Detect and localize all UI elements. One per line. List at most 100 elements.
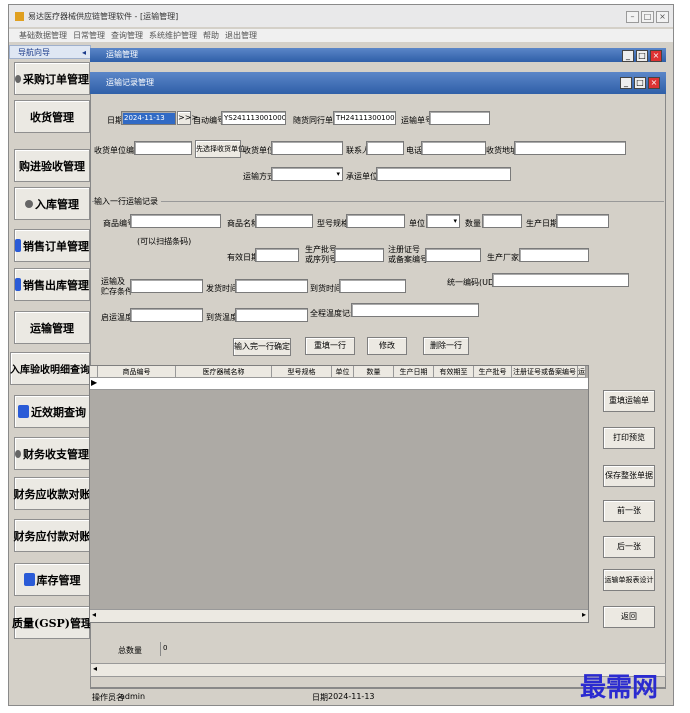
menu-item-help[interactable]: 帮助	[203, 30, 219, 41]
nav-label: 近效期查询	[31, 405, 86, 419]
nav-icon	[23, 573, 35, 586]
expiry-date-field[interactable]	[255, 248, 299, 262]
close-button[interactable]: ×	[656, 11, 669, 23]
grid-col-header[interactable]: 单位	[332, 366, 354, 378]
product-name-field[interactable]	[255, 214, 313, 228]
grid-new-row[interactable]: ▶	[90, 378, 588, 390]
outer-max-button[interactable]: □	[636, 50, 648, 62]
quantity-field[interactable]	[482, 214, 522, 228]
nav-label: 运输管理	[30, 321, 74, 335]
grid-col-header[interactable]: 医疗器械名称	[176, 366, 272, 378]
refill-row-button[interactable]: 重填一行	[305, 337, 355, 355]
nav-label: 财务收支管理	[23, 447, 89, 461]
udi-field[interactable]	[492, 273, 629, 287]
scroll-left-icon[interactable]: ◂	[93, 664, 97, 673]
outer-tab-label: 运输管理	[106, 50, 138, 59]
receiver-unit-field[interactable]	[271, 141, 343, 155]
receiver-code-field[interactable]	[134, 141, 192, 155]
delete-row-button[interactable]: 删除一行	[423, 337, 469, 355]
refill-waybill-button[interactable]: 重填运输单	[603, 390, 655, 412]
nav-stock-in[interactable]: 入库管理	[14, 187, 90, 220]
nav-sales-order[interactable]: 销售订单管理	[14, 229, 90, 262]
nav-sales-out[interactable]: 销售出库管理	[14, 268, 90, 301]
start-temp-field[interactable]	[130, 308, 203, 322]
registration-field[interactable]	[425, 248, 481, 262]
nav-payable[interactable]: 财务应付款对账	[14, 519, 91, 552]
scroll-left-icon[interactable]: ◂	[92, 610, 96, 619]
grid-horizontal-scrollbar[interactable]: ◂ ▸	[90, 609, 588, 622]
product-code-field[interactable]	[130, 214, 221, 228]
batch-field[interactable]	[334, 248, 384, 262]
carrier-field[interactable]	[376, 167, 511, 181]
contact-field[interactable]	[366, 141, 404, 155]
outer-close-button[interactable]: ×	[650, 50, 662, 62]
grid-col-header[interactable]: 生产日期	[394, 366, 434, 378]
unit-select[interactable]: ▾	[426, 214, 460, 228]
grid-col-header[interactable]: 型号规格	[272, 366, 332, 378]
select-receiver-button[interactable]: 先选择收货单位	[195, 140, 245, 158]
return-button[interactable]: 返回	[603, 606, 655, 628]
full-temp-field[interactable]	[351, 303, 479, 317]
batch-label: 生产批号 或序列号	[305, 245, 337, 264]
date-field[interactable]: 2024-11-13	[121, 111, 176, 125]
arrive-time-field[interactable]	[339, 279, 406, 293]
nav-collapse-icon[interactable]: ◂	[82, 46, 86, 60]
grid-col-header[interactable]: 数量	[354, 366, 394, 378]
confirm-row-button[interactable]: 输入完一行确定	[233, 338, 291, 356]
next-button[interactable]: 后一张	[603, 536, 655, 558]
transport-method-select[interactable]: ▾	[271, 167, 343, 181]
inner-close-button[interactable]: ×	[648, 77, 660, 89]
production-date-field[interactable]	[556, 214, 609, 228]
menu-item-daily[interactable]: 日常管理	[73, 30, 105, 41]
nav-finance[interactable]: 财务收支管理	[14, 437, 90, 470]
inner-min-button[interactable]: _	[620, 77, 632, 89]
nav-transport[interactable]: 运输管理	[14, 311, 90, 344]
nav-quality[interactable]: 质量(GSP)管理	[12, 606, 92, 639]
arrive-temp-field[interactable]	[235, 308, 308, 322]
report-design-button[interactable]: 运输单报表设计	[603, 569, 655, 591]
depart-time-field[interactable]	[235, 279, 308, 293]
previous-button[interactable]: 前一张	[603, 500, 655, 522]
nav-purchase-order[interactable]: 采购订单管理	[14, 62, 90, 95]
nav-expiry-query[interactable]: 近效期查询	[14, 395, 90, 428]
menu-item-query[interactable]: 查询管理	[111, 30, 143, 41]
model-field[interactable]	[346, 214, 405, 228]
grid-col-header[interactable]: 运	[578, 366, 586, 378]
menu-item-exit[interactable]: 退出管理	[225, 30, 257, 41]
ship-number-field[interactable]	[429, 111, 490, 125]
save-document-button[interactable]: 保存整张单据	[603, 465, 655, 487]
scroll-right-icon[interactable]: ▸	[582, 610, 586, 619]
modify-button[interactable]: 修改	[367, 337, 407, 355]
address-field[interactable]	[514, 141, 626, 155]
nav-inspection[interactable]: 购进验收管理	[14, 149, 90, 182]
nav-label: 入库验收明细查询	[10, 365, 90, 376]
nav-receivable[interactable]: 财务应收款对账	[14, 477, 91, 510]
storage-condition-field[interactable]	[130, 279, 203, 293]
arrive-temp-label: 到货温度	[206, 313, 238, 322]
print-preview-button[interactable]: 打印预览	[603, 427, 655, 449]
start-temp-label: 启运温度	[101, 313, 133, 322]
outer-min-button[interactable]: _	[622, 50, 634, 62]
nav-label: 购进验收管理	[19, 159, 85, 173]
chevron-down-icon: ▾	[336, 170, 340, 178]
date-picker-button[interactable]: >>>	[177, 111, 198, 125]
menu-item-system[interactable]: 系统维护管理	[149, 30, 197, 41]
registration-label: 注册证号 或备案编号	[388, 245, 428, 264]
minimize-button[interactable]: –	[626, 11, 639, 23]
maximize-button[interactable]: □	[641, 11, 654, 23]
grid-col-header[interactable]: 生产批号	[474, 366, 512, 378]
phone-field[interactable]	[421, 141, 486, 155]
nav-inventory[interactable]: 库存管理	[14, 563, 90, 596]
nav-icon	[25, 199, 33, 208]
auto-number-field[interactable]: YS2411130010001	[221, 111, 286, 125]
inner-max-button[interactable]: □	[634, 77, 646, 89]
nav-receiving[interactable]: 收货管理	[14, 100, 90, 133]
grid-col-header[interactable]: 注册证号或备案编号	[512, 366, 578, 378]
grid-col-header[interactable]: 商品编号	[98, 366, 176, 378]
records-grid[interactable]: 商品编号 医疗器械名称 型号规格 单位 数量 生产日期 有效期至 生产批号 注册…	[89, 365, 589, 623]
nav-stock-in-query[interactable]: 入库验收明细查询	[10, 352, 90, 385]
seq-number-field[interactable]: TH2411130010001	[333, 111, 396, 125]
menu-item-basic[interactable]: 基础数据管理	[19, 30, 67, 41]
manufacturer-field[interactable]	[519, 248, 589, 262]
grid-col-header[interactable]: 有效期至	[434, 366, 474, 378]
